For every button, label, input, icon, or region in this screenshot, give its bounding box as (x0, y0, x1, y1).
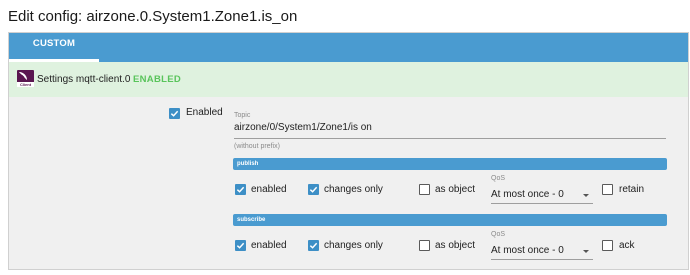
tab-custom-settings[interactable]: CUSTOM SETTINGS (9, 33, 99, 71)
publish-changes-only-label: changes only (324, 184, 383, 195)
tab-bar: CUSTOM SETTINGS (9, 33, 688, 71)
topic-label: Topic (234, 112, 251, 119)
publish-changes-only-checkbox[interactable] (308, 184, 319, 195)
subscribe-ack-checkbox[interactable] (602, 240, 613, 251)
check-icon (309, 186, 318, 193)
subscribe-header-label: subscribe (237, 217, 266, 223)
page-title: Edit config: airzone.0.System1.Zone1.is_… (8, 8, 298, 25)
subscribe-section-header: subscribe (233, 214, 667, 226)
subscribe-as-object-checkbox[interactable] (419, 240, 430, 251)
subscribe-qos-label: QoS (491, 231, 506, 238)
subscribe-enabled-checkbox[interactable] (235, 240, 246, 251)
chevron-down-icon (583, 194, 589, 197)
subscribe-qos-select[interactable]: At most once - 0 (491, 245, 564, 257)
chevron-down-icon (583, 250, 589, 253)
publish-section-header: publish (233, 158, 667, 170)
check-icon (236, 242, 245, 249)
publish-as-object-label: as object (435, 184, 476, 195)
subscribe-changes-only-checkbox[interactable] (308, 240, 319, 251)
publish-qos-label: QoS (491, 175, 506, 182)
publish-enabled-label: enabled (251, 184, 287, 195)
enabled-label: Enabled (186, 107, 223, 118)
settings-body: Enabled Topic airzone/0/System1/Zone1/is… (9, 97, 688, 269)
subscribe-changes-only-label: changes only (324, 240, 383, 251)
enabled-checkbox[interactable] (169, 108, 180, 119)
publish-qos-select[interactable]: At most once - 0 (491, 189, 564, 201)
publish-header-label: publish (237, 161, 259, 167)
publish-as-object-checkbox[interactable] (419, 184, 430, 195)
subscribe-enabled-label: enabled (251, 240, 287, 251)
publish-retain-checkbox[interactable] (602, 184, 613, 195)
publish-qos-underline (491, 203, 593, 204)
check-icon (309, 242, 318, 249)
publish-retain-label: retain (619, 184, 645, 195)
topic-input[interactable]: airzone/0/System1/Zone1/is on (234, 122, 372, 134)
adapter-status-badge: ENABLED (133, 74, 182, 85)
check-icon (170, 110, 179, 117)
topic-hint: (without prefix) (234, 143, 280, 150)
config-panel: CUSTOM SETTINGS Client Settings mqtt-cli… (8, 32, 689, 270)
logo-label: Client (17, 82, 34, 87)
subscribe-as-object-label: as object (435, 240, 476, 251)
check-icon (236, 186, 245, 193)
topic-underline (234, 138, 666, 139)
mqtt-client-logo-icon: Client (17, 70, 34, 87)
adapter-header: Client Settings mqtt-client.0 ENABLED (9, 62, 688, 97)
publish-enabled-checkbox[interactable] (235, 184, 246, 195)
subscribe-ack-label: ack (619, 240, 635, 251)
adapter-name: Settings mqtt-client.0 (37, 74, 131, 85)
subscribe-qos-underline (491, 259, 593, 260)
